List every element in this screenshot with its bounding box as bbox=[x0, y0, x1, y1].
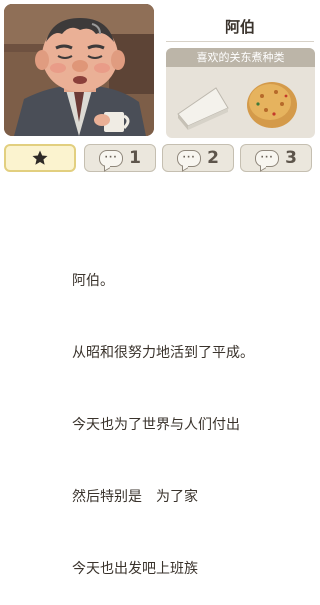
tab-story-3-label: 3 bbox=[285, 148, 297, 168]
tab-story-1-label: 1 bbox=[129, 148, 141, 168]
description-line: 今天也为了世界与人们付出 bbox=[72, 417, 240, 433]
text-fade-overlay bbox=[196, 262, 320, 343]
tab-story-2-label: 2 bbox=[207, 148, 219, 168]
favorite-oden-header: 喜欢的关东煮种类 bbox=[166, 48, 315, 67]
name-divider bbox=[166, 41, 314, 42]
tab-story-2[interactable]: ··· 2 bbox=[162, 144, 234, 172]
character-name: 阿伯 bbox=[224, 18, 255, 36]
character-portrait bbox=[4, 4, 154, 136]
description-line: 然后特别是 为了家 bbox=[72, 489, 198, 505]
favorite-oden-panel: 喜欢的关东煮种类 bbox=[166, 48, 315, 138]
tofu-triangle-icon bbox=[172, 74, 232, 134]
fried-ganmodoki-icon bbox=[242, 74, 302, 134]
salaryman-portrait-illustration bbox=[4, 4, 154, 136]
description-line: 今天也出发吧上班族 bbox=[72, 561, 198, 577]
speech-bubble-icon: ··· bbox=[99, 149, 124, 167]
speech-bubble-icon: ··· bbox=[177, 149, 202, 167]
tab-profile-star[interactable] bbox=[4, 144, 76, 172]
description-line: 从昭和很努力地活到了平成。 bbox=[72, 345, 254, 361]
tab-story-3[interactable]: ··· 3 bbox=[240, 144, 312, 172]
star-icon bbox=[32, 150, 48, 165]
tab-story-1[interactable]: ··· 1 bbox=[84, 144, 156, 172]
speech-bubble-icon: ··· bbox=[255, 149, 280, 167]
